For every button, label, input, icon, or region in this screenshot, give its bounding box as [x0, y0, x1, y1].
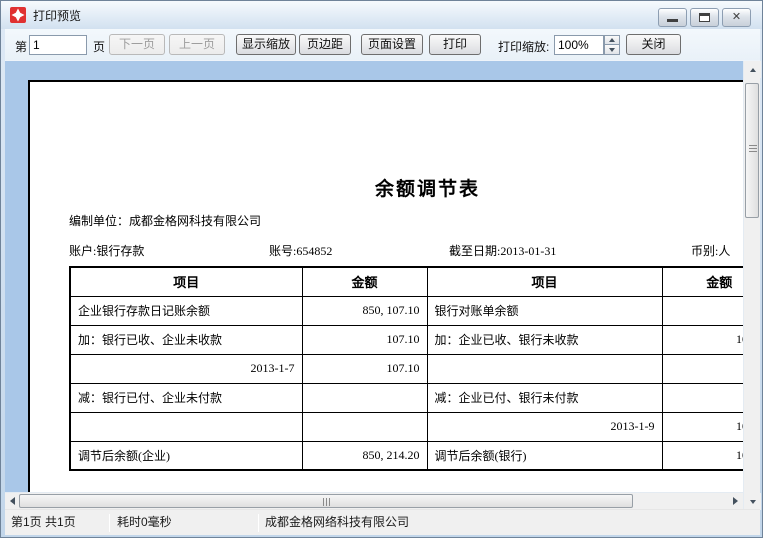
table-row: 加：银行已收、企业未收款107.10加：企业已收、银行未收款107.10 — [70, 325, 743, 354]
window-title: 打印预览 — [33, 7, 81, 24]
arrow-left-icon — [10, 497, 15, 505]
print-zoom-spinner — [604, 35, 620, 55]
preview-area: 余额调节表 编制单位：成都金格网科技有限公司 账户:银行存款 账号:654852… — [5, 60, 760, 509]
table-cell — [662, 383, 743, 412]
print-zoom-label: 打印缩放: — [498, 38, 549, 55]
status-bar: 第1页 共1页 耗时0毫秒 成都金格网络科技有限公司 — [5, 509, 760, 535]
scroll-up-button[interactable] — [744, 61, 761, 78]
minimize-icon — [667, 19, 678, 22]
close-button[interactable]: ✕ — [722, 8, 751, 27]
account-info-line: 账户:银行存款 账号:654852 截至日期:2013-01-31 币别:人 — [69, 242, 743, 259]
table-cell: 加：企业已收、银行未收款 — [427, 325, 662, 354]
table-cell: 2013-1-9 — [427, 412, 662, 441]
status-separator — [258, 514, 259, 532]
table-cell: 企业银行存款日记账余额 — [70, 296, 302, 325]
table-header-cell: 金额 — [662, 267, 743, 296]
table-header-cell: 项目 — [427, 267, 662, 296]
maximize-button[interactable] — [690, 8, 719, 27]
cutoff-date-field: 截至日期:2013-01-31 — [449, 242, 691, 259]
horizontal-scrollbar[interactable] — [5, 492, 743, 509]
arrow-down-icon — [750, 500, 756, 504]
page-number-input[interactable] — [29, 35, 87, 55]
preview-viewport: 余额调节表 编制单位：成都金格网科技有限公司 账户:银行存款 账号:654852… — [5, 61, 743, 493]
table-header-row: 项目金额项目金额 — [70, 267, 743, 296]
table-header-cell: 项目 — [70, 267, 302, 296]
status-company-name: 成都金格网络科技有限公司 — [265, 510, 745, 536]
status-separator — [109, 514, 110, 532]
account-field: 账户:银行存款 — [69, 242, 269, 259]
scroll-right-button[interactable] — [728, 493, 743, 509]
table-row: 调节后余额(企业)850, 214.20调节后余额(银行)107.10 — [70, 441, 743, 470]
arrow-up-icon — [609, 38, 615, 42]
close-preview-button[interactable]: 关闭 — [626, 34, 681, 55]
page-number-suffix-label: 页 — [93, 38, 105, 55]
table-cell: 调节后余额(企业) — [70, 441, 302, 470]
close-icon: ✕ — [723, 9, 750, 26]
table-cell: 107.10 — [302, 354, 427, 383]
spinner-down-button[interactable] — [604, 45, 620, 55]
table-cell: 银行对账单余额 — [427, 296, 662, 325]
table-cell — [302, 412, 427, 441]
thumb-grip-icon — [326, 498, 327, 506]
table-cell — [302, 383, 427, 412]
table-cell: 850, 214.20 — [302, 441, 427, 470]
table-cell: 107.10 — [662, 441, 743, 470]
arrow-up-icon — [750, 68, 756, 72]
table-cell: 加：银行已收、企业未收款 — [70, 325, 302, 354]
title-bar[interactable]: 打印预览 ✕ — [1, 1, 762, 29]
table-row: 2013-1-9107.10 — [70, 412, 743, 441]
currency-field: 币别:人 — [691, 242, 730, 259]
prepared-by-line: 编制单位：成都金格网科技有限公司 — [69, 212, 261, 229]
table-cell — [662, 296, 743, 325]
table-cell: 107.10 — [662, 325, 743, 354]
print-preview-window: 打印预览 ✕ 第 页 下一页 上一页 显示缩放 页边距 页面设置 打印 打印缩放… — [0, 0, 763, 538]
toolbar: 第 页 下一页 上一页 显示缩放 页边距 页面设置 打印 打印缩放: 关闭 — [5, 29, 760, 60]
table-cell: 850, 107.10 — [302, 296, 427, 325]
document-title: 余额调节表 — [69, 174, 743, 201]
status-page-info: 第1页 共1页 — [11, 510, 107, 536]
arrow-right-icon — [733, 497, 738, 505]
app-icon — [10, 7, 26, 23]
minimize-button[interactable] — [658, 8, 687, 27]
status-elapsed-time: 耗时0毫秒 — [117, 510, 255, 536]
show-zoom-button[interactable]: 显示缩放 — [236, 34, 296, 55]
print-zoom-input[interactable] — [554, 35, 604, 55]
page-margin-button[interactable]: 页边距 — [299, 34, 351, 55]
table-cell: 107.10 — [662, 412, 743, 441]
maximize-icon — [699, 13, 710, 22]
arrow-down-icon — [609, 48, 615, 52]
print-button[interactable]: 打印 — [429, 34, 481, 55]
spinner-up-button[interactable] — [604, 35, 620, 45]
table-cell — [662, 354, 743, 383]
table-row: 减：银行已付、企业未付款 减：企业已付、银行未付款 — [70, 383, 743, 412]
table-cell: 减：企业已付、银行未付款 — [427, 383, 662, 412]
scroll-left-button[interactable] — [5, 493, 20, 509]
table-cell — [427, 354, 662, 383]
table-cell: 107.10 — [302, 325, 427, 354]
scroll-down-button[interactable] — [744, 493, 761, 510]
table-header-cell: 金额 — [302, 267, 427, 296]
horizontal-scroll-thumb[interactable] — [19, 494, 633, 508]
document-page: 余额调节表 编制单位：成都金格网科技有限公司 账户:银行存款 账号:654852… — [28, 80, 743, 493]
thumb-grip-icon — [749, 148, 757, 149]
table-cell: 调节后余额(银行) — [427, 441, 662, 470]
table-cell — [70, 412, 302, 441]
prev-page-button: 上一页 — [169, 34, 225, 55]
page-setup-button[interactable]: 页面设置 — [361, 34, 423, 55]
vertical-scrollbar[interactable] — [743, 61, 760, 510]
table-cell: 减：银行已付、企业未付款 — [70, 383, 302, 412]
reconciliation-table: 项目金额项目金额 企业银行存款日记账余额850, 107.10银行对账单余额 加… — [69, 266, 743, 471]
table-row: 企业银行存款日记账余额850, 107.10银行对账单余额 — [70, 296, 743, 325]
table-cell: 2013-1-7 — [70, 354, 302, 383]
account-number-field: 账号:654852 — [269, 242, 449, 259]
vertical-scroll-thumb[interactable] — [745, 83, 759, 218]
table-row: 2013-1-7107.10 — [70, 354, 743, 383]
page-number-prefix-label: 第 — [15, 38, 27, 55]
next-page-button: 下一页 — [109, 34, 165, 55]
